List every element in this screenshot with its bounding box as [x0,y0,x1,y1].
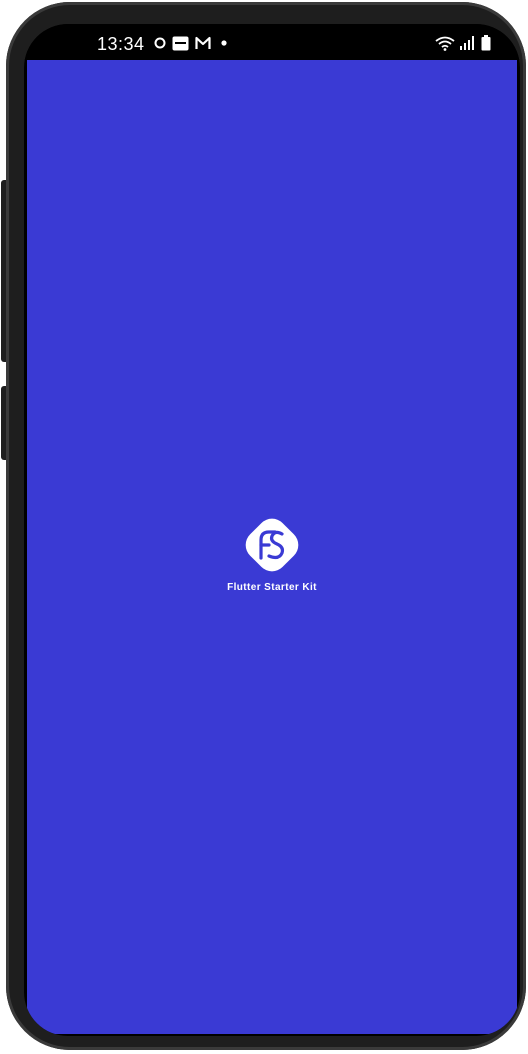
record-icon [154,37,166,49]
app-title: Flutter Starter Kit [227,582,317,593]
fs-logo-icon [245,518,299,572]
phone-frame: 13:34 Flutter Starter Kit [6,2,526,1050]
battery-icon [481,35,491,51]
splash-screen: Flutter Starter Kit [27,60,517,1034]
phone-screen: 13:34 Flutter Starter Kit [24,24,520,1036]
status-bar: 13:34 [24,24,520,60]
signal-icon [460,36,474,50]
gmail-icon [195,36,211,49]
photo-icon [172,36,189,51]
status-time: 13:34 [97,34,145,54]
notification-dot-icon [221,40,227,46]
wifi-icon [435,36,455,51]
